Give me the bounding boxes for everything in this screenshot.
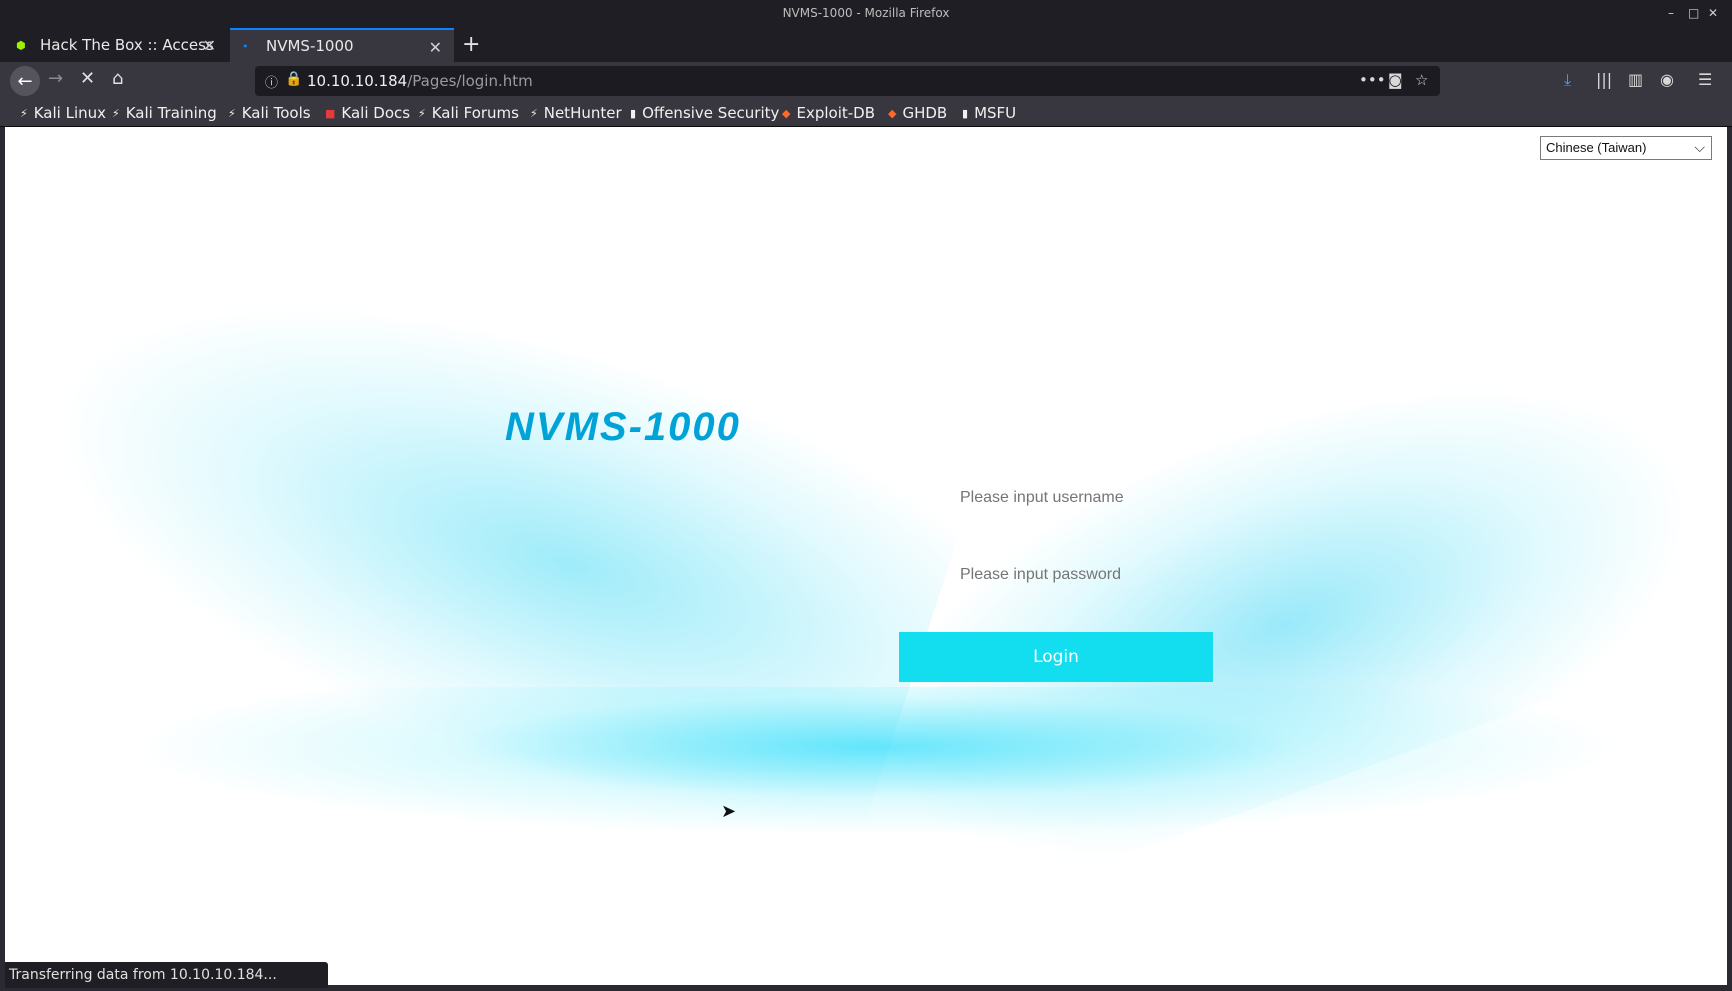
- htb-favicon-icon: ⬢: [16, 38, 26, 52]
- url-host: 10.10.10.184: [307, 72, 408, 90]
- language-select[interactable]: Chinese (Taiwan) ⌵: [1540, 136, 1712, 160]
- library-icon[interactable]: |||: [1596, 70, 1612, 89]
- stop-loading-icon[interactable]: ✕: [80, 68, 95, 89]
- loading-dot-icon: •: [242, 39, 249, 53]
- minimize-icon[interactable]: –: [1668, 6, 1674, 20]
- mouse-cursor-icon: ➤: [721, 801, 737, 822]
- bookmark-nethunter[interactable]: ⚡ NetHunter: [530, 104, 622, 122]
- new-tab-icon[interactable]: +: [462, 32, 480, 57]
- kali-dragon-icon: ⚡: [530, 106, 538, 120]
- username-input[interactable]: [960, 483, 1260, 513]
- arrow-left-icon: ←: [17, 70, 33, 92]
- language-selected-value: Chinese (Taiwan): [1546, 140, 1647, 155]
- exploit-db-icon: ◆: [782, 106, 791, 120]
- url-text[interactable]: 10.10.10.184/Pages/login.htm: [307, 72, 533, 90]
- site-info-icon[interactable]: ⓘ: [265, 72, 278, 91]
- chevron-down-icon: ⌵: [1694, 139, 1705, 155]
- bookmarks-toolbar: ⚡ Kali Linux ⚡ Kali Training ⚡ Kali Tools ■…: [0, 100, 1732, 127]
- tab-nvms-1000[interactable]: • NVMS-1000 ✕: [230, 28, 454, 62]
- bookmark-exploit-db[interactable]: ◆ Exploit-DB: [782, 104, 875, 122]
- page-content: Chinese (Taiwan) ⌵ NVMS-1000 Login ➤: [5, 127, 1727, 985]
- background-wave: [125, 687, 1625, 837]
- bookmark-msfu[interactable]: ▮ MSFU: [962, 104, 1016, 122]
- tab-close-icon[interactable]: ✕: [203, 36, 216, 55]
- docs-icon: ■: [325, 106, 336, 120]
- login-button[interactable]: Login: [899, 632, 1213, 682]
- navigation-toolbar: ← → ✕ ⌂ ⓘ 🔒 10.10.10.184/Pages/login.htm…: [0, 62, 1732, 100]
- bookmark-kali-training[interactable]: ⚡ Kali Training: [112, 104, 217, 122]
- window-close-icon[interactable]: ✕: [1708, 6, 1718, 20]
- maximize-icon[interactable]: □: [1688, 6, 1699, 20]
- url-path: /Pages/login.htm: [407, 72, 533, 90]
- tab-bar: ⬢ Hack The Box :: Access ✕ • NVMS-1000 ✕…: [0, 26, 1732, 62]
- tab-close-icon[interactable]: ✕: [429, 38, 442, 57]
- url-bar[interactable]: ⓘ 🔒 10.10.10.184/Pages/login.htm ••• ◙ ☆: [255, 66, 1440, 96]
- tab-label: NVMS-1000: [266, 37, 354, 55]
- forward-button[interactable]: →: [48, 68, 63, 89]
- bookmark-kali-forums[interactable]: ⚡ Kali Forums: [418, 104, 519, 122]
- bookmark-star-icon[interactable]: ☆: [1415, 71, 1428, 89]
- tab-hack-the-box[interactable]: ⬢ Hack The Box :: Access ✕: [4, 28, 228, 62]
- kali-dragon-icon: ⚡: [20, 106, 28, 120]
- home-icon[interactable]: ⌂: [112, 68, 123, 89]
- kali-dragon-icon: ⚡: [112, 106, 120, 120]
- page-actions-icon[interactable]: •••: [1359, 71, 1386, 89]
- account-icon[interactable]: ◉: [1660, 70, 1674, 89]
- kali-dragon-icon: ⚡: [228, 106, 236, 120]
- bookmark-kali-linux[interactable]: ⚡ Kali Linux: [20, 104, 106, 122]
- nvms-logo: NVMS-1000: [505, 405, 741, 449]
- status-bar: Transferring data from 10.10.10.184...: [5, 962, 328, 988]
- bookmark-offensive-security[interactable]: ▮ Offensive Security: [630, 104, 779, 122]
- tab-label: Hack The Box :: Access: [40, 36, 214, 54]
- window-title: NVMS-1000 - Mozilla Firefox: [782, 6, 950, 20]
- pocket-icon[interactable]: ◙: [1388, 71, 1403, 89]
- sidebar-icon[interactable]: ▥: [1628, 70, 1643, 89]
- offsec-icon: ▮: [962, 106, 969, 120]
- bookmark-kali-tools[interactable]: ⚡ Kali Tools: [228, 104, 311, 122]
- window-titlebar: NVMS-1000 - Mozilla Firefox – □ ✕: [0, 0, 1732, 26]
- kali-dragon-icon: ⚡: [418, 106, 426, 120]
- insecure-lock-icon[interactable]: 🔒: [285, 71, 302, 87]
- back-button[interactable]: ←: [10, 66, 40, 96]
- ghdb-icon: ◆: [888, 106, 897, 120]
- bookmark-kali-docs[interactable]: ■ Kali Docs: [325, 104, 410, 122]
- offsec-icon: ▮: [630, 106, 637, 120]
- downloads-icon[interactable]: ⤓: [1564, 70, 1571, 90]
- hamburger-menu-icon[interactable]: ☰: [1698, 70, 1712, 89]
- password-input[interactable]: [960, 560, 1260, 590]
- bookmark-ghdb[interactable]: ◆ GHDB: [888, 104, 947, 122]
